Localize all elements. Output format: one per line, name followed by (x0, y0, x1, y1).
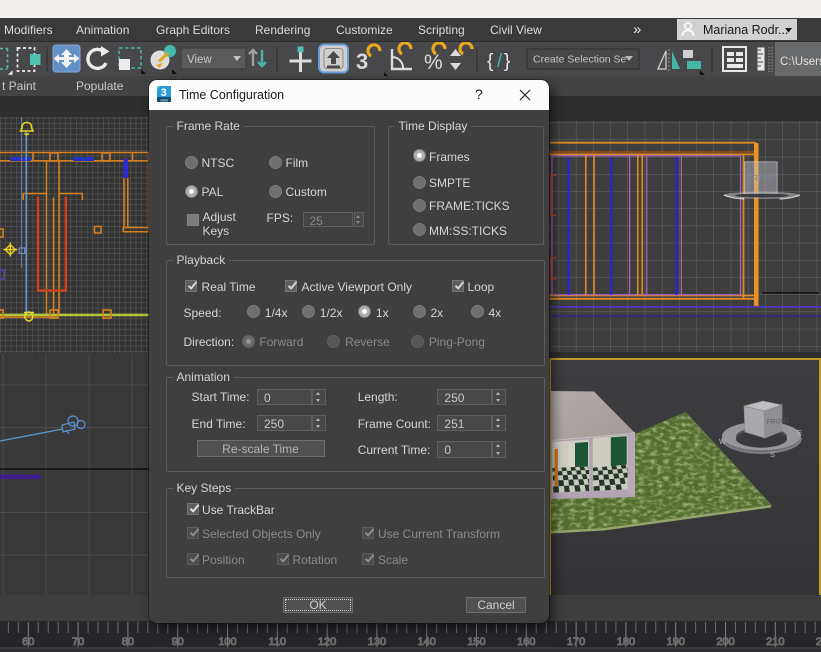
svg-text:Mariana Rodr...: Mariana Rodr... (703, 23, 788, 37)
svg-text:60: 60 (22, 636, 34, 648)
svg-text:180: 180 (617, 636, 635, 648)
svg-text:90: 90 (172, 636, 184, 648)
svg-text:210: 210 (766, 636, 784, 648)
svg-text:W: W (719, 437, 727, 446)
svg-text:View: View (187, 54, 212, 66)
svg-text:140: 140 (418, 636, 436, 648)
svg-text:70: 70 (72, 636, 84, 648)
svg-text:160: 160 (517, 636, 535, 648)
svg-text:/: / (497, 51, 503, 72)
svg-text:100: 100 (218, 636, 236, 648)
svg-text:150: 150 (467, 636, 485, 648)
svg-text:190: 190 (667, 636, 685, 648)
svg-text:3: 3 (161, 87, 167, 99)
svg-text:C:\Users: C:\Users (780, 56, 821, 68)
svg-text:E: E (797, 428, 802, 437)
svg-text:Create Selection Se: Create Selection Se (533, 54, 627, 66)
svg-text:FRONT: FRONT (748, 174, 776, 183)
svg-text:%: % (424, 51, 443, 74)
svg-text:MAX: MAX (161, 98, 169, 102)
svg-text:FRONT: FRONT (767, 417, 790, 426)
svg-text:200: 200 (716, 636, 734, 648)
svg-text:{: { (487, 51, 494, 72)
svg-text:130: 130 (368, 636, 386, 648)
svg-text:120: 120 (318, 636, 336, 648)
svg-text:170: 170 (567, 636, 585, 648)
svg-text:80: 80 (122, 636, 134, 648)
svg-text:S: S (770, 450, 775, 459)
svg-text:110: 110 (269, 636, 287, 648)
svg-text:220: 220 (816, 636, 821, 648)
svg-text:3: 3 (356, 49, 368, 74)
svg-text:}: } (504, 51, 510, 72)
